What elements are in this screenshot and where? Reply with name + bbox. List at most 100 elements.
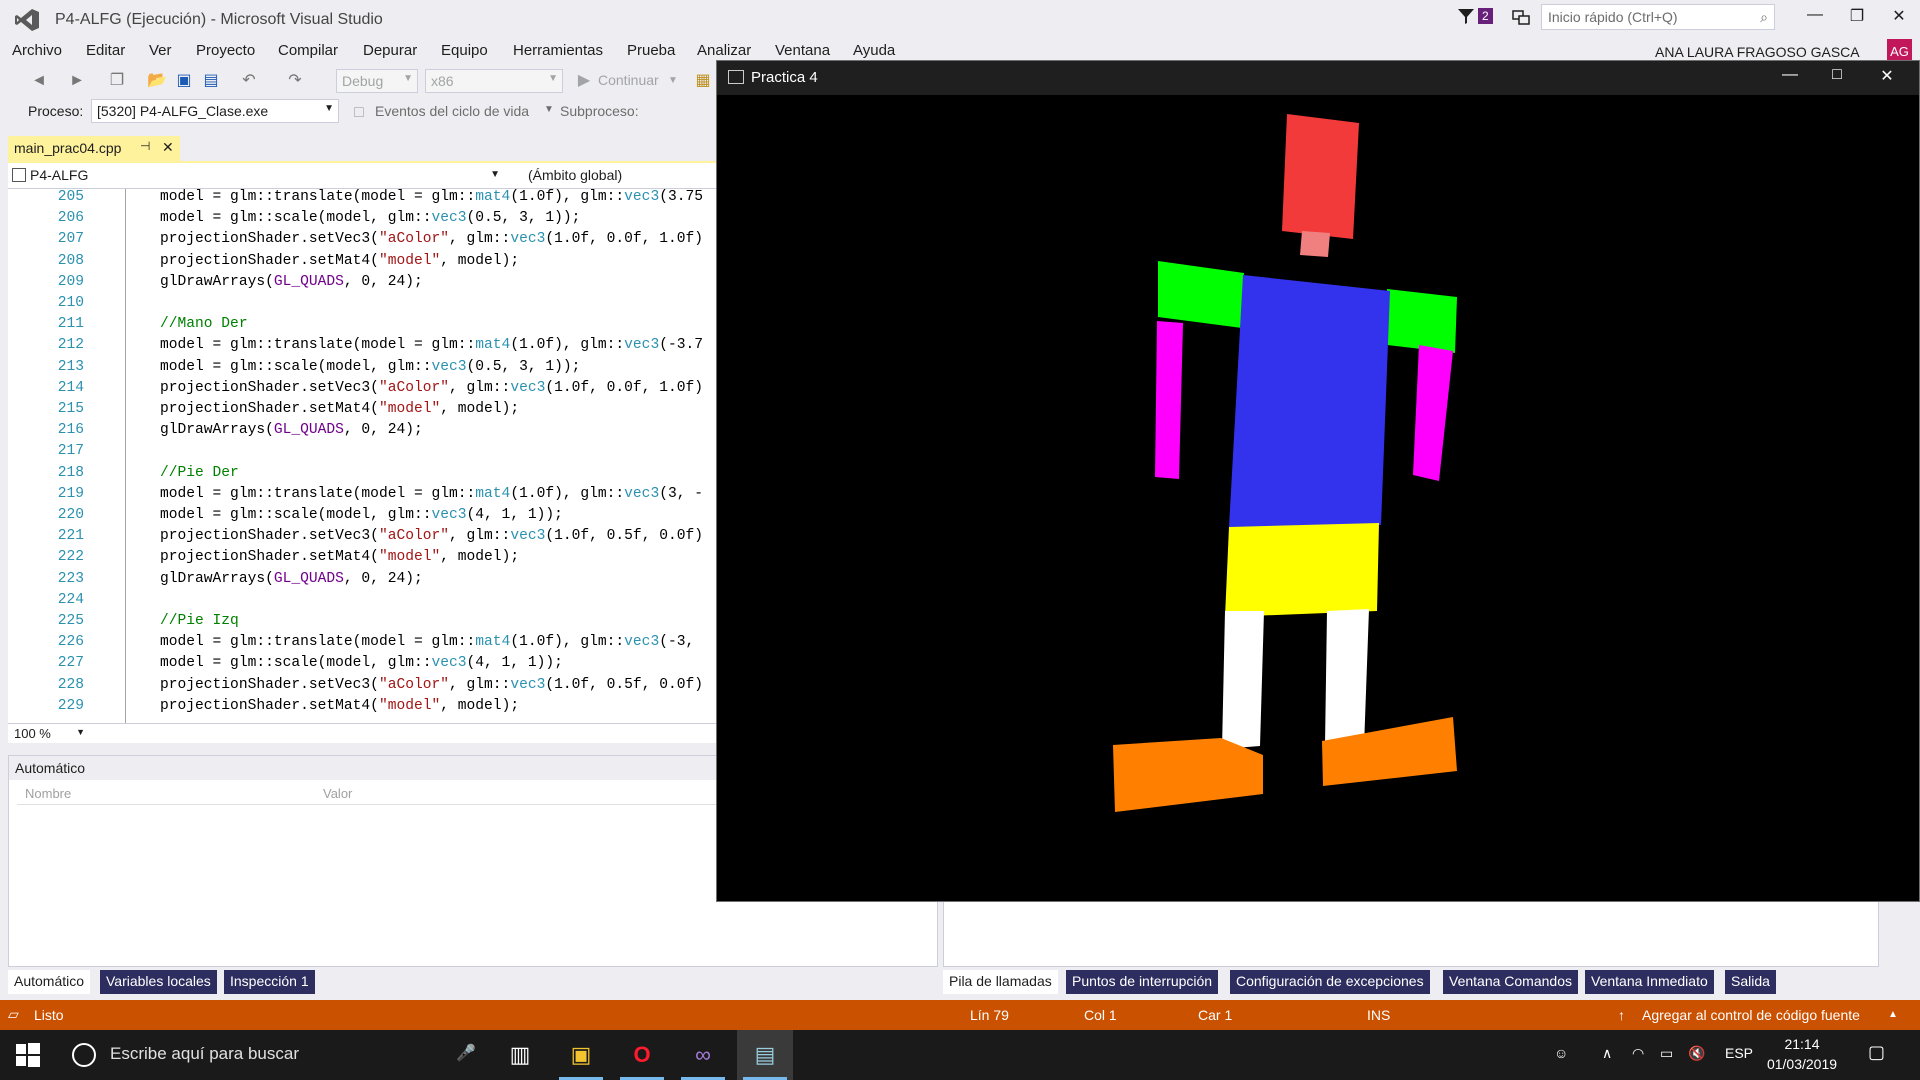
notifications-filter-icon[interactable]	[1456, 6, 1476, 26]
code-line[interactable]: 213 model = glm::scale(model, glm::vec3(0…	[8, 359, 716, 380]
code-line[interactable]: 229 projectionShader.setMat4("model", mod…	[8, 698, 716, 719]
menu-analizar[interactable]: Analizar	[697, 42, 751, 59]
global-scope-select[interactable]: (Ámbito global)	[528, 167, 622, 183]
taskbar-search-input[interactable]: Escribe aquí para buscar	[110, 1044, 299, 1064]
continue-button[interactable]: Continuar	[598, 72, 659, 88]
code-line[interactable]: 206 model = glm::scale(model, glm::vec3(0…	[8, 210, 716, 231]
open-file-icon[interactable]: 📂	[146, 70, 168, 92]
cortana-icon[interactable]	[72, 1043, 96, 1067]
feedback-icon[interactable]	[1510, 7, 1532, 29]
wifi-icon[interactable]: ◠	[1632, 1045, 1644, 1062]
column-header-name[interactable]: Nombre	[25, 786, 71, 801]
tab-salida[interactable]: Salida	[1725, 970, 1776, 994]
windows-start-icon[interactable]	[16, 1043, 40, 1067]
tab-puntos-de-interrupcion[interactable]: Puntos de interrupción	[1066, 970, 1219, 994]
minimize-button[interactable]: —	[1800, 6, 1830, 30]
gl-minimize-button[interactable]: —	[1770, 66, 1810, 90]
code-line[interactable]: 208 projectionShader.setMat4("model", mod…	[8, 253, 716, 274]
undo-icon[interactable]: ↶	[238, 70, 260, 92]
code-editor[interactable]: 205 model = glm::translate(model = glm::m…	[8, 189, 716, 723]
visual-studio-taskbar-icon[interactable]: ∞	[675, 1030, 731, 1080]
code-line[interactable]: 212 model = glm::translate(model = glm::m…	[8, 337, 716, 358]
menu-prueba[interactable]: Prueba	[627, 42, 675, 59]
code-line[interactable]: 211 //Mano Der	[8, 316, 716, 337]
tab-variables-locales[interactable]: Variables locales	[100, 970, 217, 994]
new-project-icon[interactable]: ❐	[106, 70, 128, 92]
menu-compilar[interactable]: Compilar	[278, 42, 338, 59]
code-line[interactable]: 207 projectionShader.setVec3("aColor", gl…	[8, 231, 716, 252]
close-button[interactable]: ✕	[1884, 6, 1914, 30]
code-line[interactable]: 214 projectionShader.setVec3("aColor", gl…	[8, 380, 716, 401]
tab-inspeccion-1[interactable]: Inspección 1	[224, 970, 315, 994]
redo-icon[interactable]: ↷	[284, 70, 306, 92]
menu-archivo[interactable]: Archivo	[12, 42, 62, 59]
code-line[interactable]: 210	[8, 295, 716, 316]
platform-select[interactable]: x86 ▼	[425, 69, 563, 93]
search-icon[interactable]: ⌕	[1760, 9, 1768, 26]
quick-launch-input[interactable]: Inicio rápido (Ctrl+Q) ⌕	[1541, 4, 1775, 30]
menu-equipo[interactable]: Equipo	[441, 42, 488, 59]
restore-button[interactable]: ❐	[1842, 6, 1872, 30]
tab-ventana-inmediato[interactable]: Ventana Inmediato	[1585, 970, 1714, 994]
battery-icon[interactable]: ▭	[1660, 1045, 1673, 1062]
task-view-icon[interactable]: ▥	[492, 1030, 548, 1080]
chevron-down-icon[interactable]: ▼	[662, 70, 684, 92]
tab-configuracion-de-excepciones[interactable]: Configuración de excepciones	[1230, 970, 1430, 994]
chevron-down-icon[interactable]: ▼	[544, 104, 554, 115]
code-line[interactable]: 228 projectionShader.setVec3("aColor", gl…	[8, 677, 716, 698]
tab-ventana-comandos[interactable]: Ventana Comandos	[1443, 970, 1578, 994]
project-scope-select[interactable]: P4-ALFG ▼	[12, 167, 500, 183]
code-line[interactable]: 219 model = glm::translate(model = glm::m…	[8, 486, 716, 507]
opengl-window-titlebar[interactable]: Practica 4 — □ ✕	[717, 61, 1919, 95]
user-name[interactable]: ANA LAURA FRAGOSO GASCA	[1655, 44, 1860, 60]
navigate-back-icon[interactable]: ◄	[28, 70, 50, 92]
code-line[interactable]: 225 //Pie Izq	[8, 613, 716, 634]
save-icon[interactable]: ▣	[173, 70, 195, 92]
code-line[interactable]: 215 projectionShader.setMat4("model", mod…	[8, 401, 716, 422]
notification-count-badge[interactable]: 2	[1478, 8, 1493, 24]
code-line[interactable]: 209 glDrawArrays(GL_QUADS, 0, 24);	[8, 274, 716, 295]
code-line[interactable]: 223 glDrawArrays(GL_QUADS, 0, 24);	[8, 571, 716, 592]
code-line[interactable]: 227 model = glm::scale(model, glm::vec3(4…	[8, 655, 716, 676]
chevron-up-icon[interactable]: ▲	[1888, 1009, 1898, 1020]
continue-play-icon[interactable]: ▶	[573, 70, 595, 92]
code-line[interactable]: 222 projectionShader.setMat4("model", mod…	[8, 549, 716, 570]
process-select[interactable]: [5320] P4-ALFG_Clase.exe ▼	[91, 99, 339, 123]
tab-pila-de-llamadas[interactable]: Pila de llamadas	[943, 970, 1058, 994]
opengl-app-taskbar-icon[interactable]: ▤	[737, 1030, 793, 1080]
menu-proyecto[interactable]: Proyecto	[196, 42, 255, 59]
find-in-files-icon[interactable]: ▦	[692, 70, 714, 92]
gl-close-button[interactable]: ✕	[1867, 66, 1907, 90]
tab-automatico[interactable]: Automático	[8, 970, 91, 994]
volume-muted-icon[interactable]: 🔇	[1688, 1045, 1705, 1062]
opera-browser-icon[interactable]: O	[614, 1030, 670, 1080]
clock-time[interactable]: 21:14	[1772, 1036, 1832, 1052]
opengl-render-canvas[interactable]	[717, 95, 1919, 901]
file-explorer-icon[interactable]: ▣	[553, 1030, 609, 1080]
code-line[interactable]: 226 model = glm::translate(model = glm::m…	[8, 634, 716, 655]
code-line[interactable]: 224	[8, 592, 716, 613]
save-all-icon[interactable]: ▤	[200, 70, 222, 92]
input-language[interactable]: ESP	[1725, 1045, 1753, 1061]
menu-editar[interactable]: Editar	[86, 42, 125, 59]
close-tab-icon[interactable]: ✕	[162, 139, 174, 156]
code-line[interactable]: 205 model = glm::translate(model = glm::m…	[8, 189, 716, 210]
zoom-select[interactable]: 100 % ▼	[11, 725, 87, 743]
source-control-button[interactable]: Agregar al control de código fuente	[1642, 1007, 1860, 1023]
lifecycle-events-icon[interactable]: □	[348, 102, 370, 124]
configuration-select[interactable]: Debug ▼	[336, 69, 418, 93]
menu-depurar[interactable]: Depurar	[363, 42, 417, 59]
editor-tab-main-prac04[interactable]: main_prac04.cpp ⊣ ✕	[8, 136, 180, 162]
code-line[interactable]: 217	[8, 443, 716, 464]
chevron-up-icon[interactable]: ∧	[1602, 1045, 1612, 1062]
menu-herramientas[interactable]: Herramientas	[513, 42, 603, 59]
navigate-forward-icon[interactable]: ►	[66, 70, 88, 92]
microphone-icon[interactable]: 🎤	[456, 1043, 476, 1063]
pin-icon[interactable]: ⊣	[140, 139, 150, 153]
opengl-window[interactable]: Practica 4 — □ ✕	[716, 60, 1920, 902]
code-line[interactable]: 216 glDrawArrays(GL_QUADS, 0, 24);	[8, 422, 716, 443]
code-line[interactable]: 221 projectionShader.setVec3("aColor", gl…	[8, 528, 716, 549]
menu-ventana[interactable]: Ventana	[775, 42, 830, 59]
gl-maximize-button[interactable]: □	[1817, 66, 1857, 90]
menu-ayuda[interactable]: Ayuda	[853, 42, 895, 59]
